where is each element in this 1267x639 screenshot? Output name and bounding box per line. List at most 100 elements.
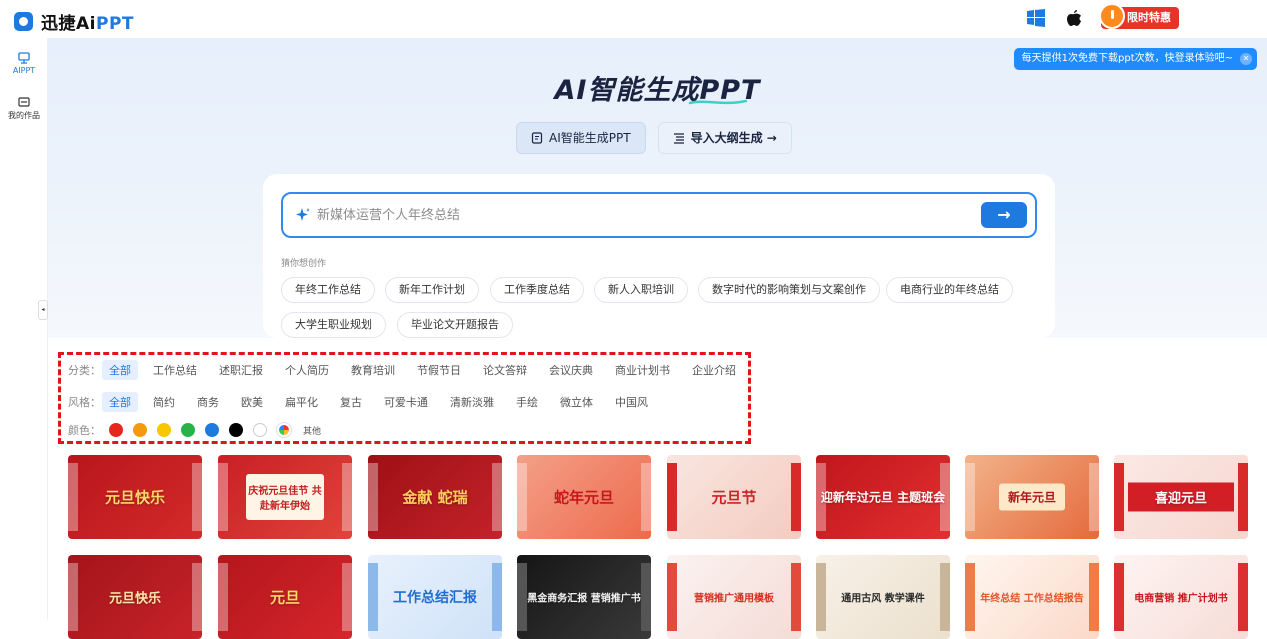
template-title: 工作总结汇报 [393, 590, 477, 606]
template-title: 庆祝元旦佳节 共赴新年伊始 [246, 474, 324, 520]
template-card[interactable]: 金献 蛇瑞 [368, 455, 502, 539]
template-title: 通用古风 教学课件 [841, 593, 925, 605]
style-option[interactable]: 手绘 [516, 394, 538, 410]
color-swatch-multicolor[interactable] [277, 423, 291, 437]
template-card[interactable]: 元旦快乐 [68, 455, 202, 539]
category-option[interactable]: 论文答辩 [483, 362, 527, 378]
sidebar: AIPPT 我的作品 [0, 38, 48, 620]
category-option[interactable]: 节假节日 [417, 362, 461, 378]
template-card[interactable]: 黑金商务汇报 营销推广书 [517, 555, 651, 639]
tab-import-outline[interactable]: 导入大纲生成 → [657, 122, 792, 154]
category-option[interactable]: 商业计划书 [615, 362, 670, 378]
template-card[interactable]: 迎新年过元旦 主题班会 [816, 455, 950, 539]
template-title: 元旦节 [711, 488, 757, 507]
template-card[interactable]: 庆祝元旦佳节 共赴新年伊始 [218, 455, 352, 539]
style-option[interactable]: 全部 [102, 392, 138, 412]
color-swatch-white[interactable] [253, 423, 267, 437]
sidebar-item-aippt[interactable]: AIPPT [0, 46, 48, 84]
category-option[interactable]: 全部 [102, 360, 138, 380]
page-title: AI智能生成PPT [554, 75, 761, 106]
tab-label: AI智能生成PPT [549, 131, 631, 145]
tab-ai-generate[interactable]: AI智能生成PPT [516, 122, 646, 154]
style-option[interactable]: 欧美 [241, 394, 263, 410]
template-card[interactable]: 电商营销 推广计划书 [1114, 555, 1248, 639]
style-option[interactable]: 简约 [153, 394, 175, 410]
category-option[interactable]: 述职汇报 [219, 362, 263, 378]
suggestion-chip[interactable]: 大学生职业规划 [281, 312, 386, 338]
template-title: 元旦快乐 [104, 488, 165, 507]
color-swatch-blue[interactable] [205, 423, 219, 437]
generation-mode-tabs: AI智能生成PPT 导入大纲生成 → [516, 122, 792, 154]
category-option[interactable]: 个人简历 [285, 362, 329, 378]
sidebar-item-label: 我的作品 [8, 111, 40, 120]
template-card[interactable]: 新年元旦 [965, 455, 1099, 539]
suggestion-chip[interactable]: 新人入职培训 [594, 277, 688, 303]
category-option[interactable]: 工作总结 [153, 362, 197, 378]
template-card[interactable]: 年终总结 工作总结报告 [965, 555, 1099, 639]
template-card[interactable]: 元旦快乐 [68, 555, 202, 639]
color-swatch-red[interactable] [109, 423, 123, 437]
template-card[interactable]: 元旦 [218, 555, 352, 639]
template-card[interactable]: 元旦节 [667, 455, 801, 539]
style-option[interactable]: 复古 [340, 394, 362, 410]
prompt-panel: → [263, 174, 1055, 338]
sparkle-icon [296, 208, 310, 221]
style-option[interactable]: 扁平化 [285, 394, 318, 410]
app-logo[interactable]: 迅捷AiPPT [14, 9, 134, 34]
suggestion-chip[interactable]: 电商行业的年终总结 [886, 277, 1013, 303]
color-swatch-green[interactable] [181, 423, 195, 437]
app-logo-icon [14, 12, 33, 31]
title-underline-decoration [688, 99, 748, 105]
style-option[interactable]: 微立体 [560, 394, 593, 410]
sidebar-collapse-button[interactable]: ◂ [38, 300, 48, 320]
windows-icon[interactable] [1025, 8, 1047, 28]
prompt-input[interactable] [317, 204, 957, 226]
template-title: 元旦 [269, 588, 300, 607]
template-card[interactable]: 喜迎元旦 [1114, 455, 1248, 539]
style-filter: 风格： 全部 简约 商务 欧美 扁平化 复古 可爱卡通 清新淡雅 手绘 微立体 … [68, 392, 670, 412]
template-title: 元旦快乐 [108, 591, 161, 607]
suggestion-chip[interactable]: 数字时代的影响策划与文案创作 [698, 277, 880, 303]
color-swatch-yellow[interactable] [157, 423, 171, 437]
app-name: 迅捷AiPPT [41, 14, 134, 34]
color-filter: 颜色： 其他 [68, 422, 321, 438]
template-title: 新年元旦 [999, 483, 1065, 511]
promo-label: 限时特惠 [1127, 11, 1171, 24]
suggestion-chip[interactable]: 新年工作计划 [385, 277, 479, 303]
suggestions-label: 猜你想创作 [281, 259, 327, 269]
suggestion-chip[interactable]: 工作季度总结 [490, 277, 584, 303]
template-card[interactable]: 通用古风 教学课件 [816, 555, 950, 639]
style-option[interactable]: 清新淡雅 [450, 394, 494, 410]
presentation-icon [18, 52, 30, 64]
category-option[interactable]: 教育培训 [351, 362, 395, 378]
filter-label: 分类： [68, 364, 101, 377]
suggestion-chip[interactable]: 年终工作总结 [281, 277, 375, 303]
sidebar-item-my-works[interactable]: 我的作品 [0, 96, 48, 121]
outline-icon [673, 133, 684, 144]
promo-button[interactable]: 限时特惠 [1099, 3, 1179, 29]
color-other-option[interactable]: 其他 [303, 424, 321, 437]
filter-label: 颜色： [68, 424, 101, 437]
template-card[interactable]: 工作总结汇报 [368, 555, 502, 639]
category-option[interactable]: 会议庆典 [549, 362, 593, 378]
login-notice[interactable]: 每天提供1次免费下载ppt次数，快登录体验吧~ ✕ [1013, 48, 1257, 70]
close-icon[interactable]: ✕ [1240, 53, 1252, 65]
folder-icon [18, 97, 30, 107]
suggestion-chip[interactable]: 毕业论文开题报告 [397, 312, 513, 338]
template-card[interactable]: 营销推广通用模板 [667, 555, 801, 639]
category-option[interactable]: 企业介绍 [692, 362, 736, 378]
style-option[interactable]: 商务 [197, 394, 219, 410]
template-card[interactable]: 蛇年元旦 [517, 455, 651, 539]
style-option[interactable]: 可爱卡通 [384, 394, 428, 410]
color-swatch-black[interactable] [229, 423, 243, 437]
style-option[interactable]: 中国风 [615, 394, 648, 410]
filter-label: 风格： [68, 396, 101, 409]
color-swatch-orange[interactable] [133, 423, 147, 437]
apple-icon[interactable] [1063, 8, 1085, 28]
prompt-box: → [281, 192, 1037, 238]
template-title: 年终总结 工作总结报告 [980, 593, 1084, 605]
template-title: 电商营销 推广计划书 [1134, 593, 1228, 605]
top-bar: 迅捷AiPPT 限时特惠 [0, 0, 1267, 38]
submit-button[interactable]: → [981, 202, 1027, 228]
header-actions: 限时特惠 [1025, 3, 1179, 29]
